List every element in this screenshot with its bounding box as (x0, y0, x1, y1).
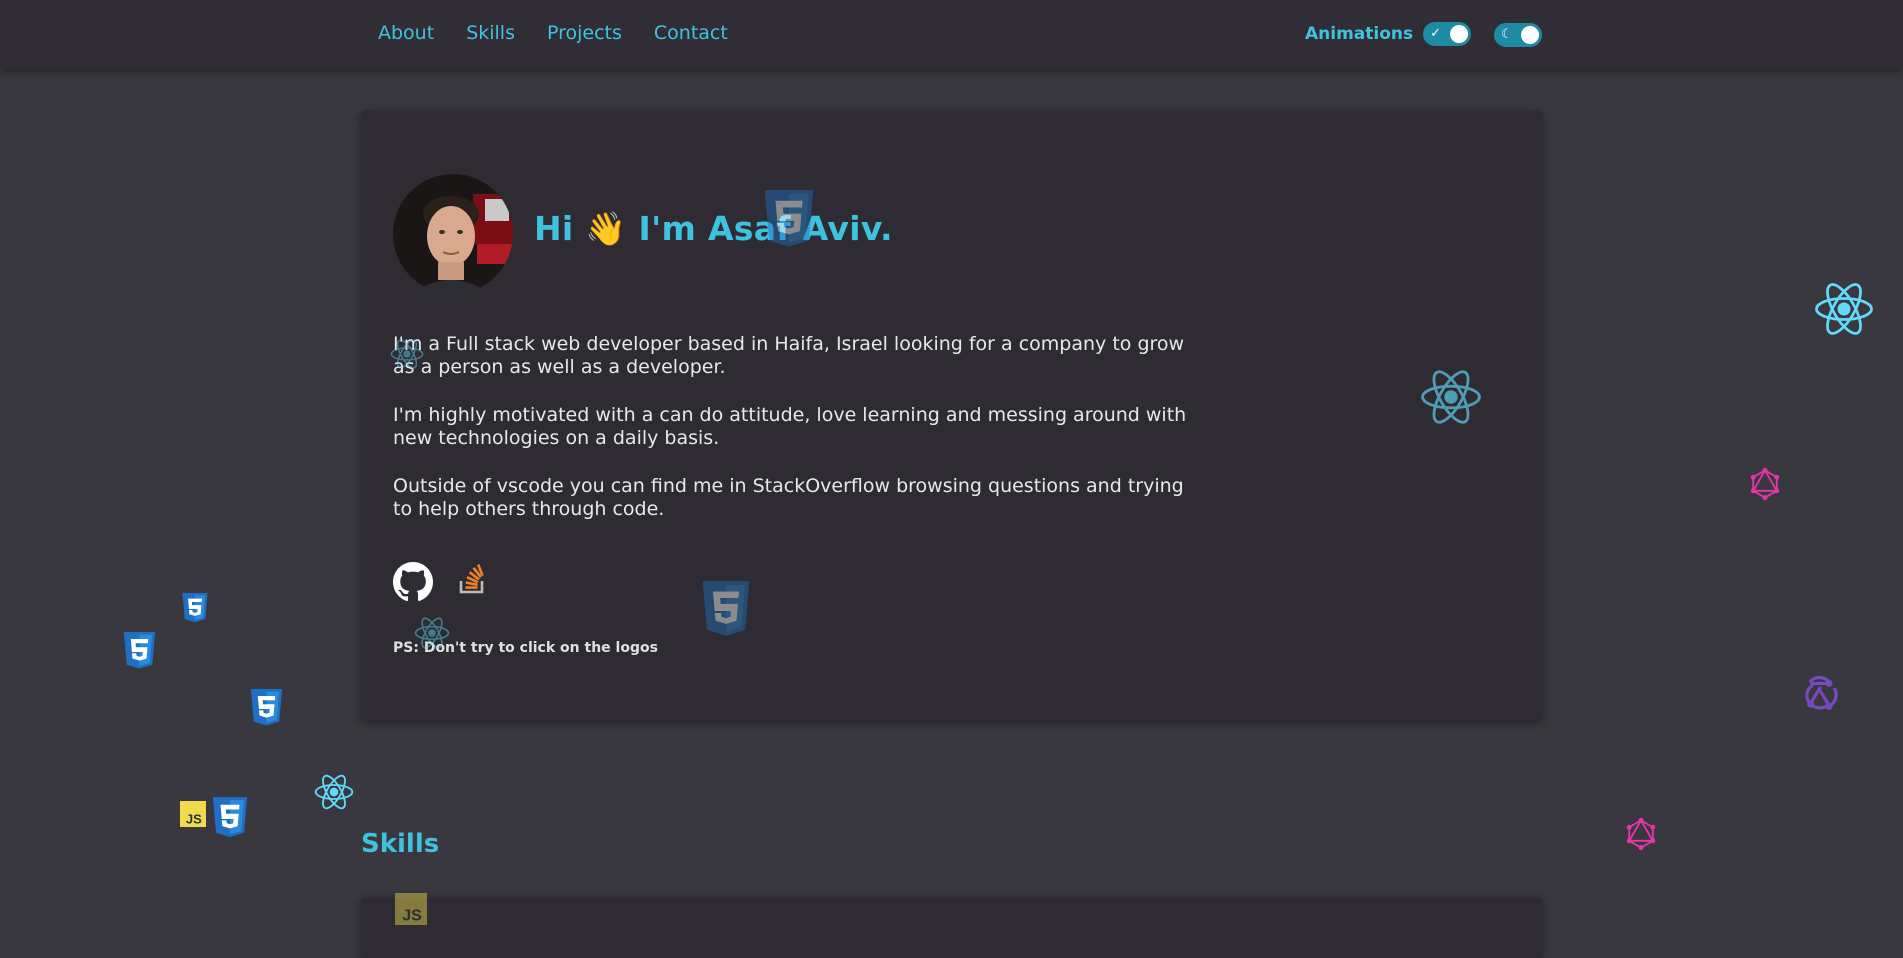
graphql-logo-icon (1624, 817, 1658, 851)
css3-logo-icon (249, 689, 284, 729)
moon-icon: ☾ (1501, 27, 1513, 42)
react-logo-icon (1420, 366, 1482, 428)
css3-logo-icon (122, 632, 157, 672)
check-icon: ✓ (1430, 26, 1442, 41)
skills-heading: Skills (361, 829, 440, 859)
main-nav: About Skills Projects Contact (378, 22, 728, 44)
github-link[interactable] (393, 562, 433, 606)
stackoverflow-link[interactable] (458, 562, 488, 598)
nav-link-skills[interactable]: Skills (466, 22, 515, 44)
skills-card (361, 898, 1542, 958)
css3-logo-icon (211, 797, 249, 841)
react-logo-icon (1814, 279, 1874, 339)
css3-logo-icon (762, 190, 816, 252)
nav-link-projects[interactable]: Projects (547, 22, 622, 44)
avatar (393, 174, 513, 294)
javascript-logo-icon (180, 801, 206, 827)
top-navbar: About Skills Projects Contact Animations… (0, 0, 1903, 69)
react-logo-icon (314, 772, 354, 812)
stackoverflow-paragraph: Outside of vscode you can find me in Sta… (393, 475, 1184, 520)
graphql-logo-icon (1748, 467, 1782, 501)
github-icon (393, 562, 433, 602)
react-logo-icon (390, 337, 424, 371)
stackoverflow-icon (459, 564, 484, 594)
toggle-knob (1450, 25, 1469, 43)
theme-toggle[interactable]: ☾ (1494, 23, 1542, 47)
javascript-logo-icon (395, 893, 427, 925)
nav-link-about[interactable]: About (378, 22, 434, 44)
motivation-paragraph: I'm highly motivated with a can do attit… (393, 404, 1187, 449)
hero-greeting: Hi 👋 I'm Asaf Aviv. (534, 209, 893, 248)
css3-logo-icon (181, 593, 209, 625)
toggle-knob (1521, 26, 1539, 44)
intro-paragraph: I'm a Full stack web developer based in … (393, 333, 1185, 378)
animations-label: Animations (1305, 24, 1414, 44)
css3-logo-icon (700, 581, 752, 641)
react-logo-icon (414, 615, 450, 651)
animations-toggle[interactable]: ✓ (1423, 22, 1472, 46)
animations-control: Animations ✓ (1305, 22, 1472, 46)
nav-link-contact[interactable]: Contact (654, 22, 728, 44)
profile-photo (393, 174, 513, 294)
redux-logo-icon (1798, 672, 1844, 718)
